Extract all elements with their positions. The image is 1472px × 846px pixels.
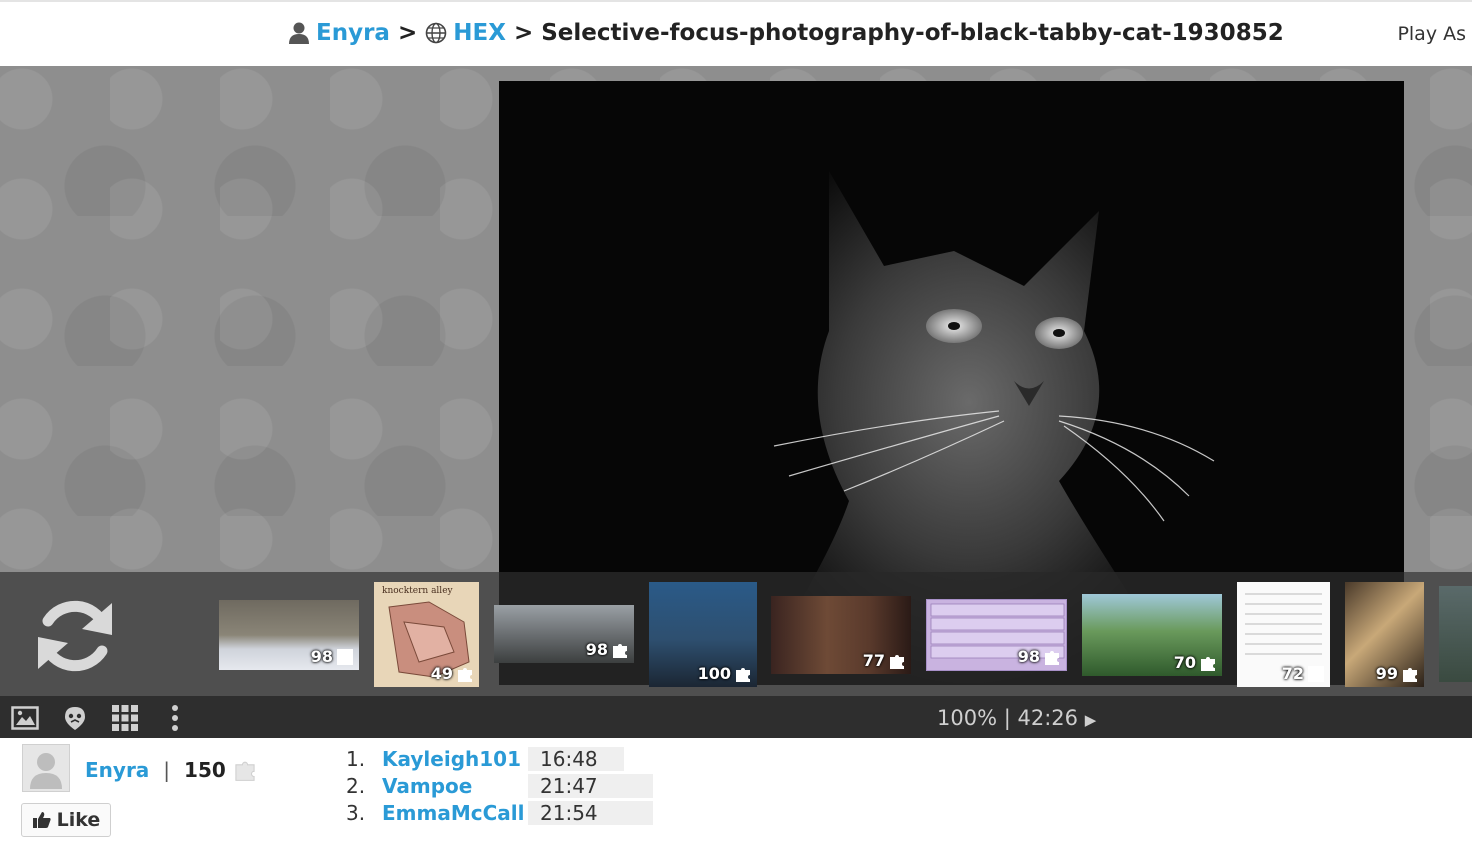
- leaderboard-row: 1. Kayleigh101 16:48: [346, 747, 624, 771]
- more-options-icon[interactable]: [161, 704, 189, 732]
- breadcrumb-group-link[interactable]: HEX: [453, 20, 506, 46]
- leaderboard-rank: 3.: [346, 801, 366, 825]
- grid-icon[interactable]: [111, 704, 139, 732]
- leaderboard-time: 21:54: [528, 801, 653, 825]
- puzzle-toolbar: [0, 696, 1472, 738]
- puzzle-thumbnail[interactable]: 98: [926, 599, 1067, 671]
- puzzle-thumbnail[interactable]: 99: [1345, 582, 1424, 687]
- puzzle-thumbnail[interactable]: 77: [771, 596, 911, 674]
- puzzle-piece-icon: [613, 644, 627, 658]
- user-summary: Enyra | 150: [85, 757, 258, 783]
- progress-status: 100% | 42:26 ▶: [937, 706, 1096, 730]
- top-header: Enyra > HEX > Selective-focus-photograph…: [0, 0, 1472, 66]
- piece-count: 99: [1375, 664, 1398, 683]
- puzzle-thumbnail[interactable]: [1439, 586, 1472, 682]
- play-icon[interactable]: ▶: [1085, 711, 1097, 729]
- image-icon[interactable]: [11, 704, 39, 732]
- play-as-menu[interactable]: Play As: [1397, 23, 1466, 45]
- puzzle-piece-icon: [235, 761, 255, 781]
- globe-icon: [425, 22, 447, 44]
- elapsed-timer: 42:26: [1017, 706, 1079, 730]
- user-icon: [289, 22, 309, 44]
- puzzle-thumbnail[interactable]: 70: [1082, 594, 1222, 676]
- leaderboard-user-link[interactable]: EmmaMcCall: [382, 801, 528, 825]
- piece-count: 98: [585, 640, 608, 659]
- puzzle-piece-icon: [1201, 657, 1215, 671]
- piece-count: 72: [1281, 664, 1304, 683]
- puzzle-thumbnail[interactable]: 100: [649, 582, 757, 687]
- breadcrumb-user-link[interactable]: Enyra: [316, 20, 390, 46]
- puzzle-thumbnail[interactable]: 98: [494, 605, 634, 663]
- piece-count: 70: [1173, 653, 1196, 672]
- avatar[interactable]: [22, 744, 70, 792]
- leaderboard-rank: 2.: [346, 774, 366, 798]
- page-title: Selective-focus-photography-of-black-tab…: [541, 20, 1284, 46]
- leaderboard-user-link[interactable]: Kayleigh101: [382, 747, 528, 771]
- piece-count: 77: [862, 651, 885, 670]
- leaderboard-rank: 1.: [346, 747, 366, 771]
- leaderboard-row: 2. Vampoe 21:47: [346, 774, 653, 798]
- like-label: Like: [56, 809, 101, 831]
- thumbs-up-icon: [32, 812, 51, 828]
- status-divider: |: [1003, 706, 1011, 730]
- piece-count: 98: [1017, 647, 1040, 666]
- puzzle-piece-icon: [890, 655, 904, 669]
- breadcrumb: Enyra > HEX > Selective-focus-photograph…: [288, 20, 1284, 46]
- profile-divider: |: [163, 758, 171, 782]
- square-piece-icon: [337, 649, 353, 665]
- leaderboard-user-link[interactable]: Vampoe: [382, 774, 528, 798]
- leaderboard-time: 21:47: [528, 774, 653, 798]
- puzzle-piece-icon: [458, 668, 472, 682]
- square-piece-icon: [1308, 666, 1324, 682]
- breadcrumb-separator: >: [513, 20, 534, 46]
- puzzle-piece-icon: [1045, 651, 1059, 665]
- profile-username-link[interactable]: Enyra: [85, 758, 149, 782]
- puzzle-thumbnail[interactable]: 98: [219, 600, 359, 670]
- default-avatar-icon: [30, 753, 62, 789]
- like-button[interactable]: Like: [21, 803, 111, 837]
- puzzle-thumbnail[interactable]: knocktern alley 49: [374, 582, 479, 687]
- thumbnail-caption: knocktern alley: [382, 586, 453, 596]
- piece-count: 49: [430, 664, 453, 683]
- puzzle-score: 150: [184, 758, 226, 782]
- puzzle-piece-icon: [736, 668, 750, 682]
- refresh-icon[interactable]: [34, 595, 116, 677]
- puzzle-piece-icon: [1403, 668, 1417, 682]
- leaderboard-row: 3. EmmaMcCall 21:54: [346, 801, 653, 825]
- piece-count: 100: [697, 664, 731, 683]
- piece-count: 98: [310, 647, 333, 666]
- ghost-icon[interactable]: [61, 704, 89, 732]
- puzzle-thumbnail[interactable]: 72: [1237, 582, 1330, 687]
- completion-percent: 100%: [937, 706, 998, 730]
- leaderboard-time: 16:48: [528, 747, 624, 771]
- breadcrumb-separator: >: [397, 20, 418, 46]
